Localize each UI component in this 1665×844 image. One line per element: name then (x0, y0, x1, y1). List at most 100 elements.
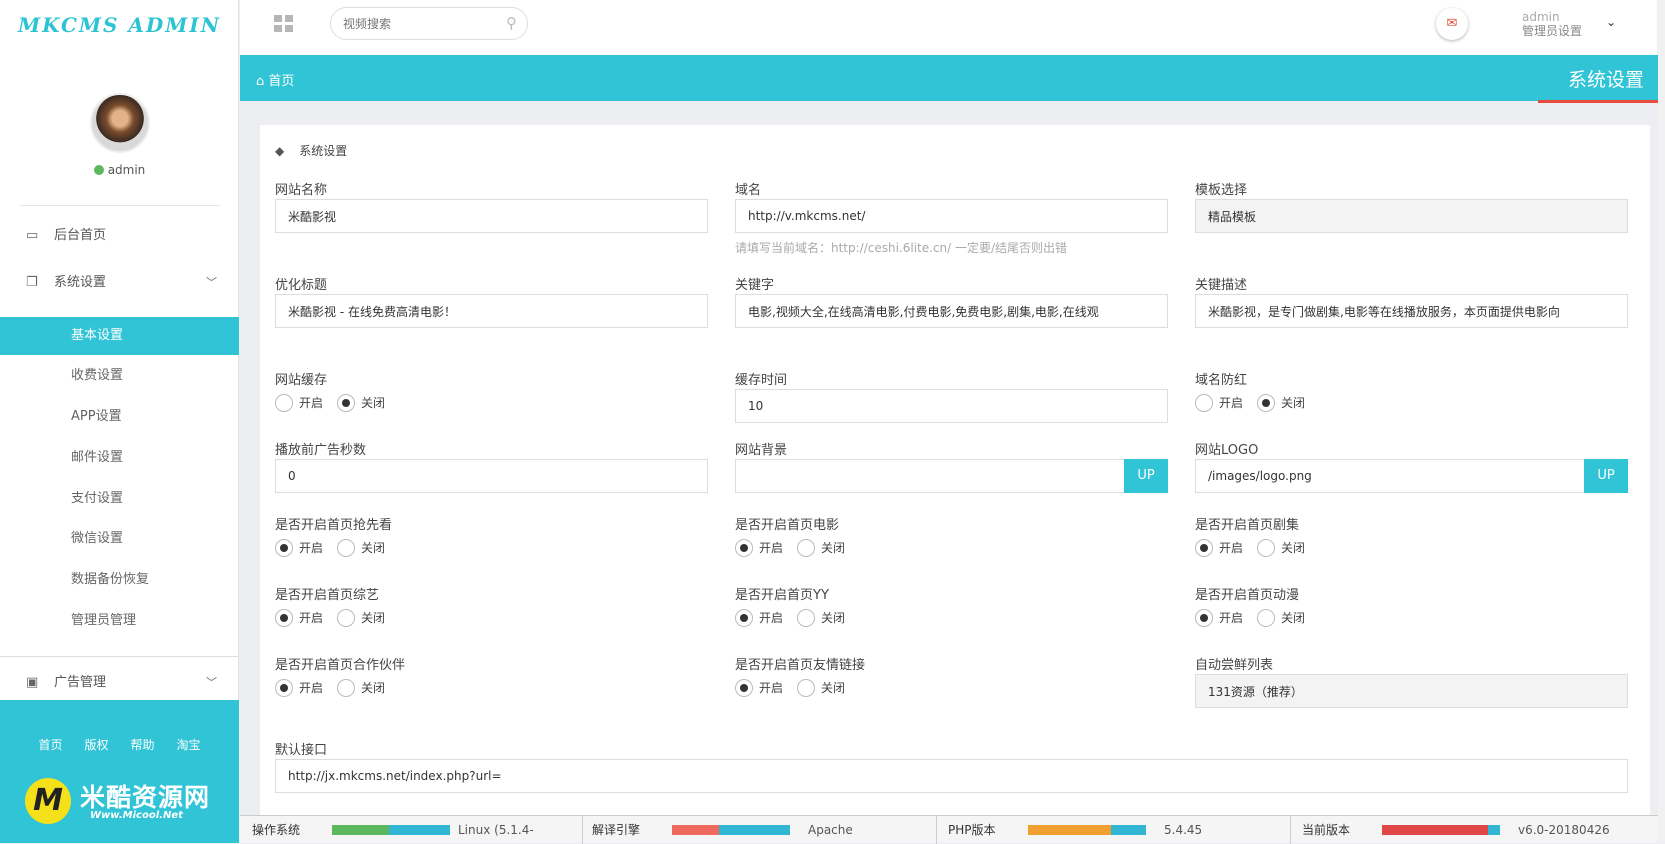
card-title: ◆ 系统设置 (275, 142, 347, 159)
system-info-bar: 操作系统 Linux (5.1.4- 解译引擎 Apache PHP版本 5.4… (240, 815, 1658, 844)
engine-label: 解译引擎 (592, 823, 641, 837)
cache-time-input[interactable] (735, 389, 1168, 423)
keywords-input[interactable] (735, 294, 1168, 328)
home-icon: ⌂ (256, 74, 265, 89)
search-icon[interactable]: ⚲ (506, 14, 517, 32)
radio-on[interactable]: 开启 (1195, 609, 1243, 627)
version-bar (1382, 825, 1500, 835)
breadcrumb-home[interactable]: ⌂ 首页 (256, 70, 294, 89)
description-input[interactable] (1195, 294, 1628, 328)
page-scrollbar[interactable] (1657, 0, 1665, 843)
radio-on[interactable]: 开启 (275, 609, 323, 627)
menu-ads[interactable]: ▣ 广告管理 ﹀ (0, 664, 239, 702)
laptop-icon: ▭ (26, 228, 39, 243)
submenu-basic[interactable]: 基本设置 (0, 317, 239, 355)
field-label: 自动尝鲜列表 (1195, 658, 1274, 673)
radio-off[interactable]: 关闭 (337, 539, 385, 557)
submenu-app[interactable]: APP设置 (0, 398, 239, 436)
engine-bar (672, 825, 790, 835)
field-ad-seconds: 播放前广告秒数 (275, 439, 708, 493)
submenu-admins[interactable]: 管理员管理 (0, 602, 239, 640)
admin-menu[interactable]: admin 管理员设置 (1522, 10, 1582, 38)
submenu-fees[interactable]: 收费设置 (0, 357, 239, 395)
search-input[interactable] (343, 14, 493, 34)
menu-system[interactable]: ❐ 系统设置 ﹀ (0, 264, 239, 302)
field-label: 默认接口 (275, 743, 328, 758)
admin-name: admin (1522, 10, 1560, 24)
radio-off[interactable]: 关闭 (1257, 394, 1305, 412)
breadcrumb-bar: ⌂ 首页 系统设置 (240, 55, 1658, 103)
brand-mark-icon: M (25, 778, 71, 824)
os-label: 操作系统 (252, 823, 301, 837)
radio-on[interactable]: 开启 (1195, 539, 1243, 557)
radio-on[interactable]: 开启 (275, 679, 323, 697)
radio-on[interactable]: 开启 (275, 394, 323, 412)
template-select[interactable] (1195, 199, 1628, 233)
chevron-down-icon: ﹀ (206, 676, 217, 689)
radio-off[interactable]: 关闭 (337, 679, 385, 697)
radio-off[interactable]: 关闭 (797, 679, 845, 697)
radio-on[interactable]: 开启 (275, 539, 323, 557)
sidebar-footer: 首页 版权 帮助 淘宝 M 米酷资源网 Www.Micool.Net (0, 700, 239, 843)
divider (20, 205, 220, 206)
upload-logo-button[interactable]: UP (1584, 459, 1628, 493)
field-label: 是否开启首页电影 (735, 518, 840, 533)
radio-off[interactable]: 关闭 (1257, 539, 1305, 557)
admin-role: 管理员设置 (1522, 24, 1583, 38)
site-bg-input[interactable] (735, 459, 1168, 493)
radio-off[interactable]: 关闭 (337, 394, 385, 412)
domain-input[interactable] (735, 199, 1168, 233)
php-label: PHP版本 (948, 823, 996, 837)
radio-on[interactable]: 开启 (735, 609, 783, 627)
upload-bg-button[interactable]: UP (1124, 459, 1168, 493)
ad-seconds-input[interactable] (275, 459, 708, 493)
radio-off[interactable]: 关闭 (337, 609, 385, 627)
menu-dashboard[interactable]: ▭ 后台首页 (0, 217, 239, 255)
footer-link-home[interactable]: 首页 (38, 738, 62, 752)
field-site-bg: 网站背景 UP (735, 439, 1168, 493)
divider (0, 656, 239, 657)
footer-link-help[interactable]: 帮助 (131, 738, 155, 752)
auto-list-select[interactable] (1195, 674, 1628, 708)
user-status: admin (0, 163, 239, 177)
radio-off[interactable]: 关闭 (1257, 609, 1305, 627)
grid-menu-icon[interactable] (274, 15, 294, 33)
footer-link-copyright[interactable]: 版权 (84, 738, 108, 752)
field-label: 是否开启首页YY (735, 588, 829, 603)
app-logo[interactable]: MKCMS ADMIN (0, 0, 239, 50)
radio-on[interactable]: 开启 (735, 679, 783, 697)
card-title-text: 系统设置 (299, 144, 348, 158)
field-seo-title: 优化标题 (275, 274, 708, 328)
field-template: 模板选择 (1195, 179, 1628, 233)
field-home-movie: 是否开启首页电影 开启 关闭 (735, 514, 1168, 559)
radio-off[interactable]: 关闭 (797, 609, 845, 627)
submenu-payment[interactable]: 支付设置 (0, 480, 239, 518)
radio-on[interactable]: 开启 (1195, 394, 1243, 412)
php-bar (1028, 825, 1146, 835)
menu-system-label: 系统设置 (54, 275, 107, 290)
field-home-links: 是否开启首页友情链接 开启 关闭 (735, 654, 1168, 699)
submenu-backup[interactable]: 数据备份恢复 (0, 561, 239, 599)
site-logo-input[interactable] (1195, 459, 1628, 493)
avatar[interactable] (90, 93, 150, 153)
chevron-down-icon[interactable]: ⌄ (1606, 15, 1616, 29)
online-dot-icon (93, 165, 104, 175)
field-home-anime: 是否开启首页动漫 开启 关闭 (1195, 584, 1628, 629)
default-api-input[interactable] (275, 759, 1628, 793)
field-label: 网站LOGO (1195, 443, 1259, 458)
version-label: 当前版本 (1302, 823, 1351, 837)
username: admin (107, 163, 146, 177)
field-home-yy: 是否开启首页YY 开启 关闭 (735, 584, 1168, 629)
breadcrumb-home-label: 首页 (268, 74, 295, 89)
field-label: 是否开启首页抢先看 (275, 518, 393, 533)
field-site-name: 网站名称 (275, 179, 708, 233)
submenu-mail[interactable]: 邮件设置 (0, 439, 239, 477)
seo-title-input[interactable] (275, 294, 708, 328)
radio-on[interactable]: 开启 (735, 539, 783, 557)
site-name-input[interactable] (275, 199, 708, 233)
submenu-wechat[interactable]: 微信设置 (0, 520, 239, 558)
footer-link-taobao[interactable]: 淘宝 (177, 738, 201, 752)
version-value: v6.0-20180426 (1518, 823, 1610, 837)
radio-off[interactable]: 关闭 (797, 539, 845, 557)
mail-icon[interactable]: ✉ (1436, 8, 1468, 40)
